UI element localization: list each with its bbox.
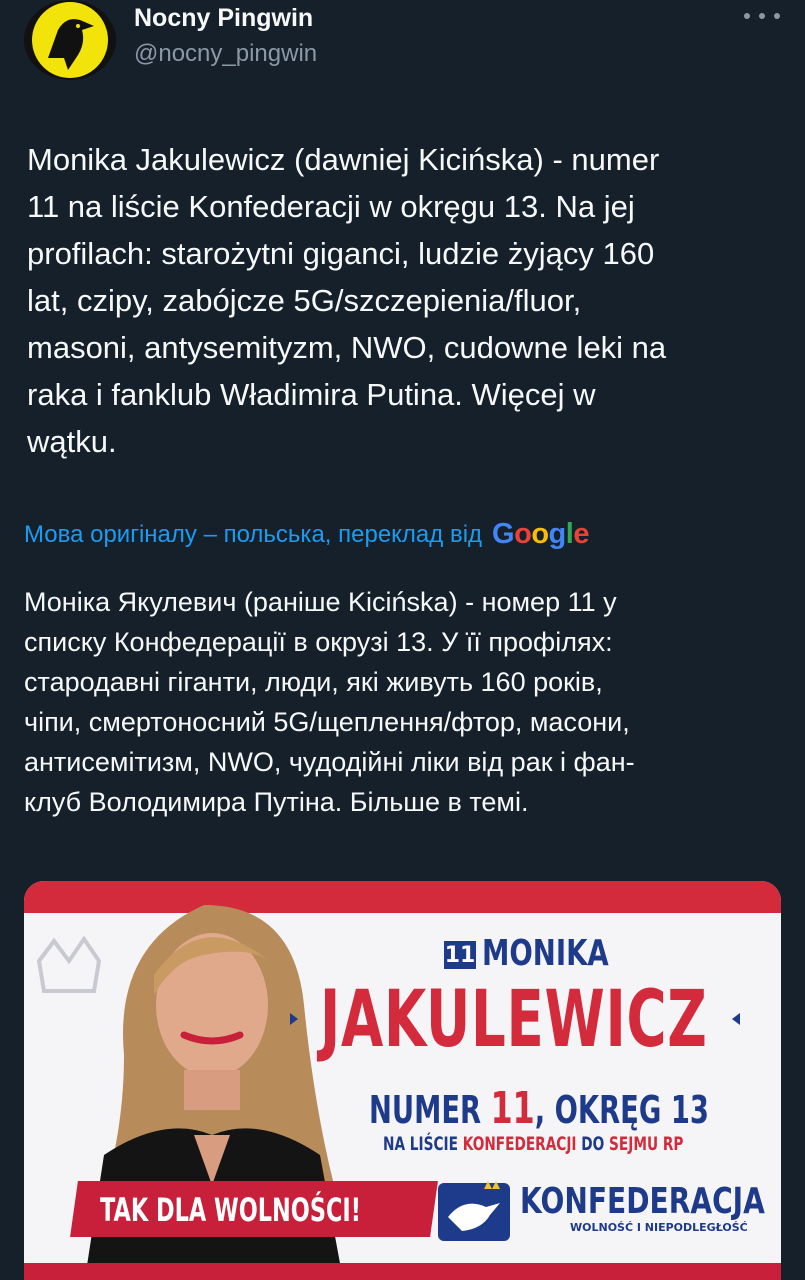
list-line: NA LIŚCIE KONFEDERACJI DO SEJMU RP	[383, 1133, 683, 1155]
tweet-image[interactable]: 11 MONIKA JAKULEWICZ NUMER 11, OKRĘG 13 …	[24, 881, 781, 1280]
numer-value: 11	[490, 1083, 535, 1134]
translated-line: антисемітизм, NWO, чудодійні ліки від ра…	[24, 747, 635, 777]
tweet-header: Nocny Pingwin @nocny_pingwin	[0, 0, 805, 100]
poster-bottom-stripe	[24, 1263, 781, 1280]
candidate-last-name: JAKULEWICZ	[320, 975, 708, 1065]
dot-icon	[759, 13, 765, 19]
avatar[interactable]	[24, 0, 116, 80]
list-mid: DO	[581, 1133, 605, 1155]
numer-suffix: , OKRĘG 13	[534, 1088, 709, 1132]
party-name: KONFEDERACJA	[520, 1181, 765, 1222]
translated-line: стародавні гіганти, люди, які живуть 160…	[24, 667, 603, 697]
triangle-left-icon	[290, 1013, 298, 1025]
list-party: KONFEDERACJI	[462, 1133, 577, 1155]
triangle-right-icon	[732, 1013, 740, 1025]
tweet-line: masoni, antysemityzm, NWO, cudowne leki …	[27, 330, 667, 365]
dot-icon	[744, 13, 750, 19]
slogan-text: TAK DLA WOLNOŚCI!	[100, 1191, 361, 1229]
translation-notice[interactable]: Мова оригіналу – польська, переклад від …	[24, 518, 589, 551]
translated-line: чіпи, смертоносний 5G/щеплення/фтор, мас…	[24, 707, 630, 737]
list-target: SEJMU RP	[609, 1133, 684, 1155]
tweet-line: raka i fanklub Władimira Putina. Więcej …	[27, 377, 596, 412]
numer-prefix: NUMER	[369, 1088, 482, 1132]
user-handle[interactable]: @nocny_pingwin	[134, 40, 317, 68]
party-subtitle: WOLNOŚĆ I NIEPODLEGŁOŚĆ	[570, 1221, 748, 1234]
display-name[interactable]: Nocny Pingwin	[134, 4, 313, 33]
translated-line: Моніка Якулевич (раніше Kicińska) - номе…	[24, 587, 617, 617]
eagle-crown-logo	[438, 1181, 510, 1241]
list-prefix: NA LIŚCIE	[383, 1133, 458, 1155]
tweet-line: 11 na liście Konfederacji w okręgu 13. N…	[27, 189, 635, 224]
translated-line: списку Конфедерації в окрузі 13. У її пр…	[24, 627, 613, 657]
candidate-number-line: NUMER 11, OKRĘG 13	[369, 1083, 709, 1134]
translated-line: клуб Володимира Путіна. Більше в темі.	[24, 787, 529, 817]
tweet-line: lat, czipy, zabójcze 5G/szczepienia/fluo…	[27, 283, 582, 318]
google-logo: Google	[492, 518, 589, 550]
translation-notice-text[interactable]: Мова оригіналу – польська, переклад від	[24, 521, 482, 549]
tweet-line: Monika Jakulewicz (dawniej Kicińska) - n…	[27, 142, 660, 177]
candidate-number-badge: 11	[444, 941, 476, 969]
candidate-first-name: MONIKA	[482, 933, 609, 974]
more-horizontal-icon[interactable]	[744, 4, 780, 28]
translated-text: Моніка Якулевич (раніше Kicińska) - номе…	[24, 582, 779, 822]
tweet-line: wątku.	[27, 424, 117, 459]
tweet-line: profilach: starożytni giganci, ludzie ży…	[27, 236, 655, 271]
dot-icon	[774, 13, 780, 19]
tweet-text: Monika Jakulewicz (dawniej Kicińska) - n…	[27, 136, 777, 465]
